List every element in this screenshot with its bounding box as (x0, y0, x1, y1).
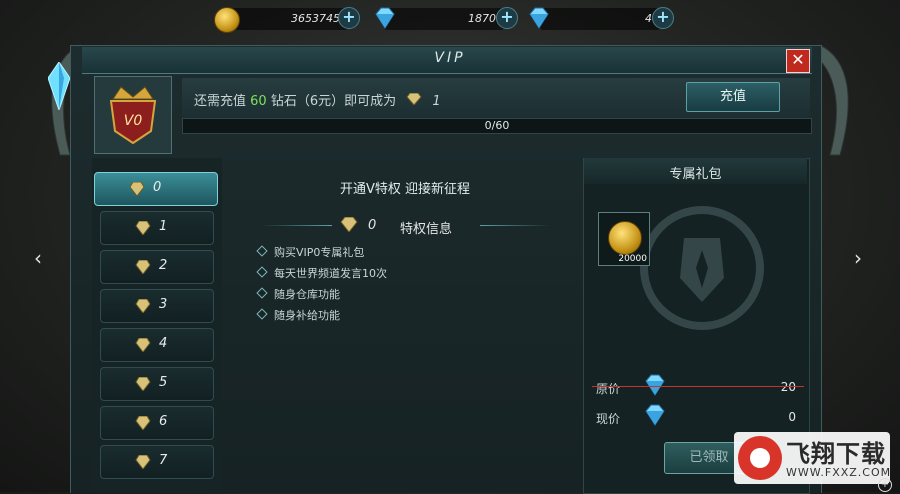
bound-diamond-currency: 1870 (384, 8, 504, 30)
vip-level-item[interactable]: 1 (100, 211, 214, 245)
corner-plus-icon: + (878, 478, 892, 492)
recharge-prefix: 还需充值 (194, 94, 247, 109)
diamond-bullet-icon (256, 308, 268, 320)
window-title: VIP (434, 50, 466, 66)
original-price-label: 原价 (596, 382, 621, 396)
perk-text: 购买VIP0专属礼包 (274, 246, 365, 259)
gift-title: 专属礼包 (669, 167, 722, 182)
vip-gem-icon (135, 416, 151, 430)
perk-item: 随身补给功能 (256, 307, 340, 323)
vip-level-number: 4 (159, 336, 168, 351)
perk-item: 每天世界频道发言10次 (256, 265, 387, 281)
crystal-icon (48, 62, 70, 110)
watermark-url: WWW.FXXZ.COM (786, 466, 892, 479)
divider-right (480, 225, 550, 226)
vip-level-item[interactable]: 7 (100, 445, 214, 479)
vip-gem-icon (135, 377, 151, 391)
perk-text: 每天世界频道发言10次 (274, 267, 387, 280)
privilege-level: 0 (368, 218, 377, 233)
recharge-amount: 60 (250, 94, 267, 109)
recharge-button[interactable]: 充值 (686, 82, 780, 112)
gold-coin-icon (608, 221, 642, 255)
vip-level-number: 7 (159, 453, 168, 468)
vip-level-item[interactable]: 6 (100, 406, 214, 440)
diamond-value: 4 (645, 12, 652, 25)
gold-value: 3653745 (291, 12, 340, 25)
vip-gem-icon (135, 455, 151, 469)
vip-level-number: 3 (159, 297, 168, 312)
vip-level-item[interactable]: 4 (100, 328, 214, 362)
watermark-name: 飞翔下载 (786, 440, 886, 468)
dragon-emblem-icon (640, 206, 764, 330)
badge-level-text: V0 (124, 113, 143, 129)
vip-progress-text: 0/60 (484, 119, 510, 132)
perk-item: 购买VIP0专属礼包 (256, 244, 365, 260)
perk-text: 随身仓库功能 (274, 288, 340, 301)
diamond-bullet-icon (256, 287, 268, 299)
vip-gem-icon (135, 338, 151, 352)
diamond-currency: 4 (540, 8, 660, 30)
close-button[interactable]: ✕ (786, 49, 810, 73)
prev-page-arrow[interactable]: ‹ (34, 246, 42, 270)
vip-level-item[interactable]: 0 (94, 172, 218, 206)
vip-level-item[interactable]: 2 (100, 250, 214, 284)
recharge-info-text: 还需充值 60 钻石（6元）即可成为 1 (194, 90, 441, 109)
recharge-target-level: 1 (432, 94, 441, 109)
gold-coin-icon (214, 7, 240, 33)
gift-item-count: 20000 (618, 254, 647, 264)
perk-item: 随身仓库功能 (256, 286, 340, 302)
vip-gem-icon (406, 92, 422, 106)
privilege-title: 开通V特权 迎接新征程 (339, 182, 471, 197)
vip-gem-icon (135, 260, 151, 274)
vip-gem-icon (135, 221, 151, 235)
diamond-icon (645, 404, 665, 426)
vip-progress-bar: 0/60 (182, 118, 812, 134)
watermark-logo-icon (738, 436, 782, 480)
bound-diamond-icon (375, 7, 395, 29)
add-diamond-button[interactable]: + (652, 7, 674, 29)
vip-level-item[interactable]: 5 (100, 367, 214, 401)
vip-gem-icon (135, 299, 151, 313)
vip-gem-icon (129, 182, 145, 196)
gold-currency: 3653745 (228, 8, 348, 30)
vip-level-list (92, 158, 222, 492)
diamond-bullet-icon (256, 266, 268, 278)
next-page-arrow[interactable]: › (854, 246, 862, 270)
diamond-bullet-icon (256, 245, 268, 257)
vip-level-number: 5 (159, 375, 168, 390)
vip-level-number: 6 (159, 414, 168, 429)
price-strikethrough (592, 386, 804, 387)
add-gold-button[interactable]: + (338, 7, 360, 29)
vip-level-badge: V0 (94, 76, 172, 154)
current-price-label: 现价 (596, 412, 621, 426)
vip-gem-icon (340, 217, 358, 232)
original-price-value: 20 (780, 380, 796, 394)
vip-level-item[interactable]: 3 (100, 289, 214, 323)
gift-item-slot[interactable]: 20000 (598, 212, 650, 266)
add-bound-diamond-button[interactable]: + (496, 7, 518, 29)
bound-diamond-value: 1870 (468, 12, 496, 25)
crown-shield-icon: V0 (109, 86, 157, 145)
diamond-icon (529, 7, 549, 29)
vip-level-number: 0 (153, 180, 162, 195)
site-watermark: 飞翔下载 WWW.FXXZ.COM (734, 432, 890, 484)
perk-text: 随身补给功能 (274, 309, 340, 322)
vip-level-number: 1 (159, 219, 168, 234)
recharge-mid: 钻石（6元）即可成为 (270, 94, 397, 109)
current-price-value: 0 (788, 410, 796, 424)
divider-left (262, 225, 332, 226)
privilege-label: 特权信息 (400, 222, 453, 237)
diamond-icon (645, 374, 665, 396)
vip-level-number: 2 (159, 258, 168, 273)
currency-bar: 3653745 + 1870 + 4 + (214, 6, 680, 33)
